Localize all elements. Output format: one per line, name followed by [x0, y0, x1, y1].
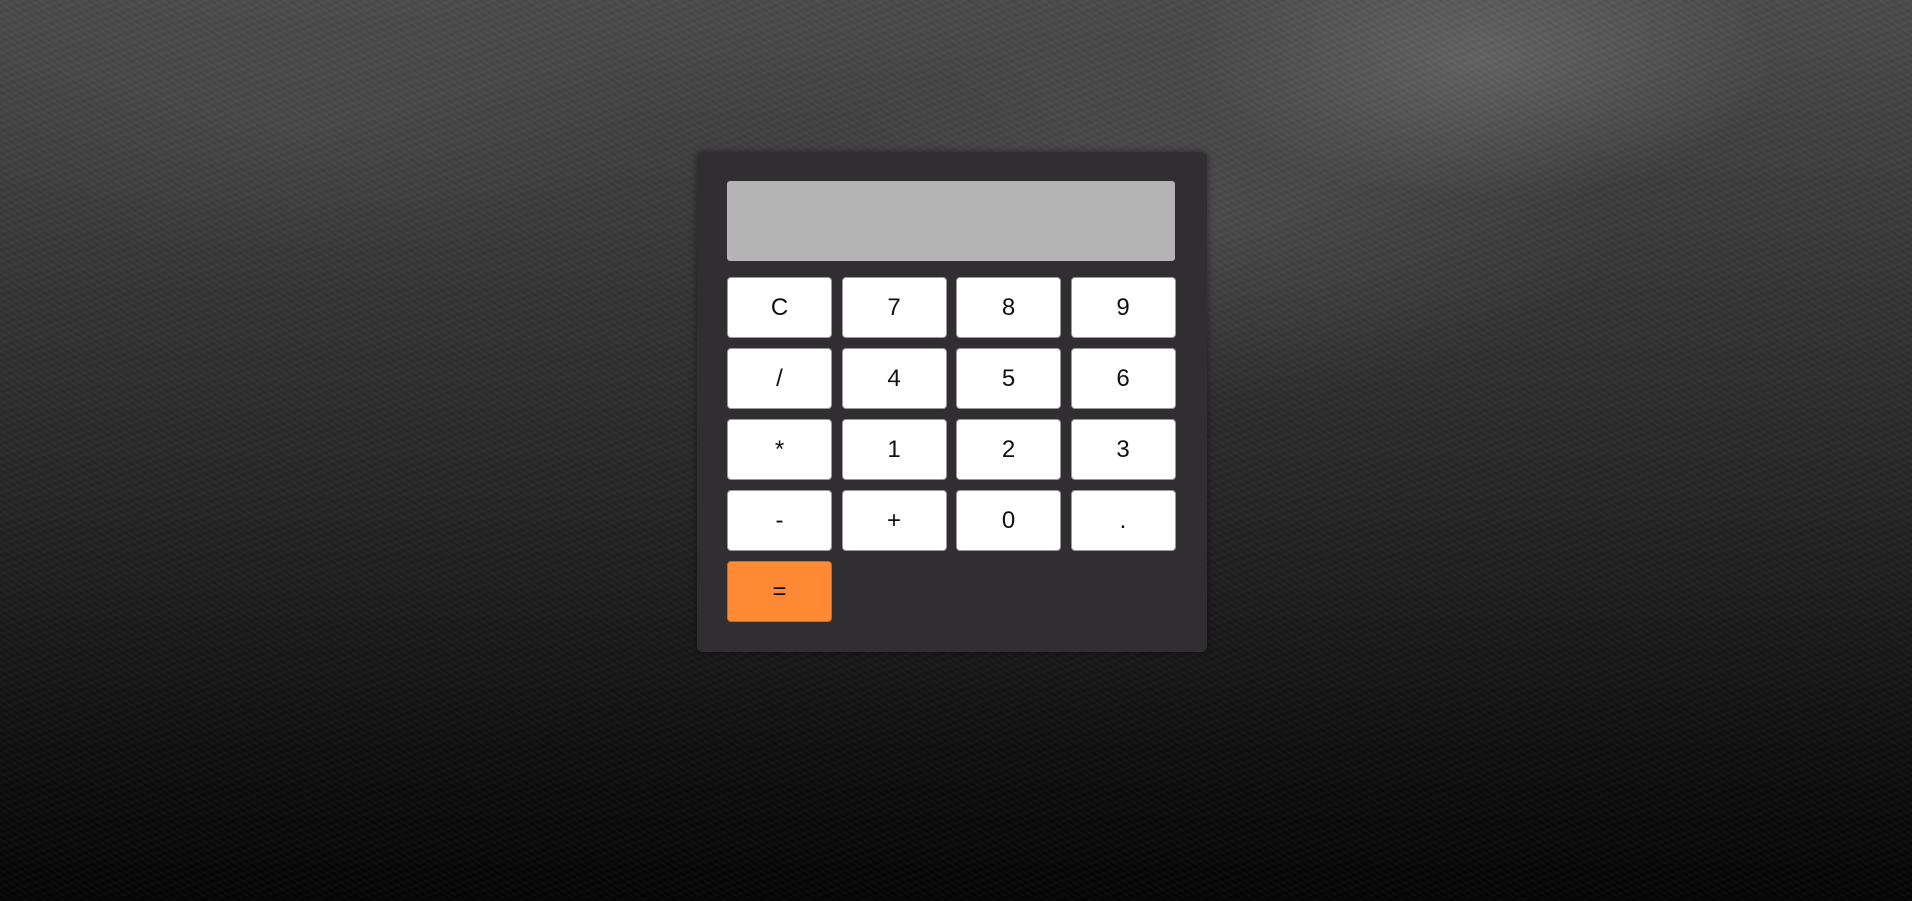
digit-3-button[interactable]: 3 — [1070, 419, 1176, 480]
multiply-button[interactable]: * — [727, 419, 832, 480]
digit-6-button[interactable]: 6 — [1070, 348, 1176, 409]
calculator-display[interactable] — [727, 181, 1175, 261]
digit-9-button[interactable]: 9 — [1070, 277, 1176, 338]
clear-button[interactable]: C — [727, 277, 832, 338]
equals-button[interactable]: = — [727, 561, 832, 622]
divide-button[interactable]: / — [727, 348, 832, 409]
subtract-button[interactable]: - — [727, 490, 832, 551]
digit-0-button[interactable]: 0 — [956, 490, 1061, 551]
digit-7-button[interactable]: 7 — [841, 277, 947, 338]
calculator: C 7 8 9 / 4 5 6 * 1 2 3 - + 0 . = — [697, 152, 1207, 652]
digit-1-button[interactable]: 1 — [841, 419, 947, 480]
digit-2-button[interactable]: 2 — [956, 419, 1061, 480]
digit-4-button[interactable]: 4 — [841, 348, 947, 409]
digit-5-button[interactable]: 5 — [956, 348, 1061, 409]
digit-8-button[interactable]: 8 — [956, 277, 1061, 338]
add-button[interactable]: + — [841, 490, 947, 551]
decimal-button[interactable]: . — [1070, 490, 1176, 551]
keypad: C 7 8 9 / 4 5 6 * 1 2 3 - + 0 . = — [727, 277, 1177, 622]
